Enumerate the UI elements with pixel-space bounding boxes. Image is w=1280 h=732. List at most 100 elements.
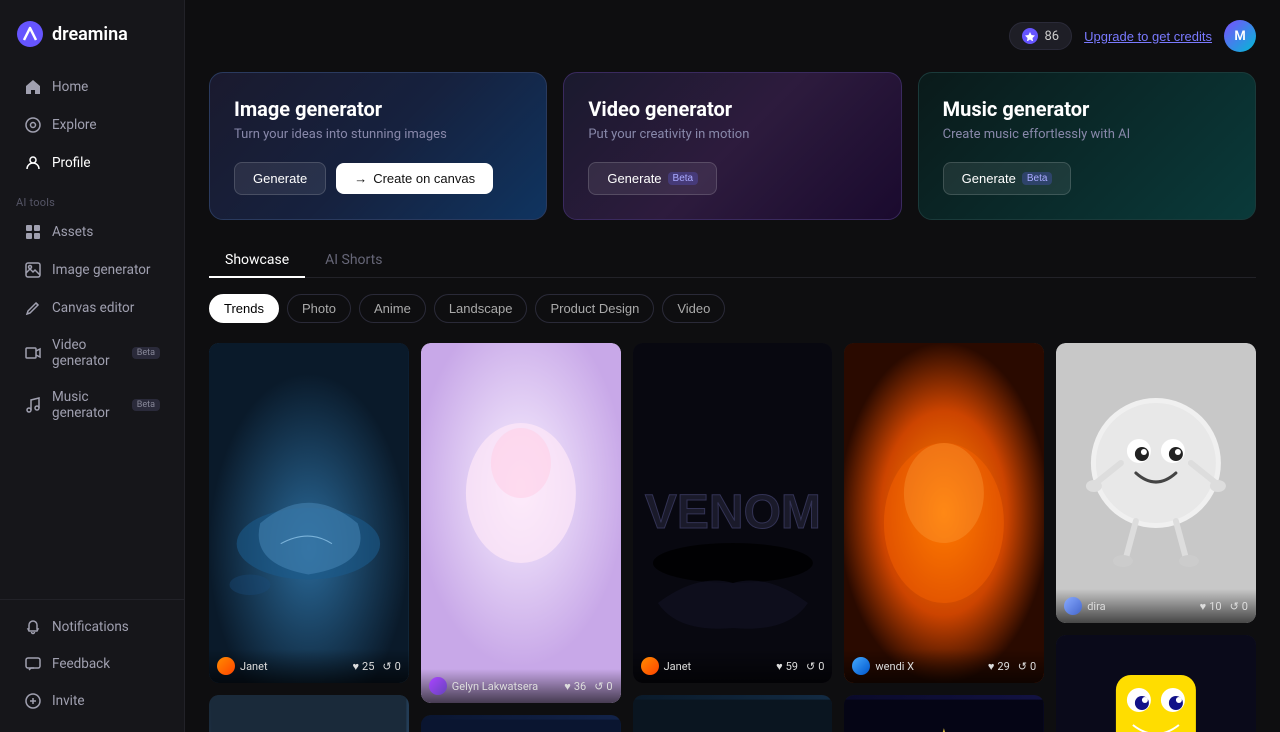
grid-item-stars[interactable] — [844, 695, 1044, 732]
feedback-icon — [24, 655, 42, 673]
video-beta-badge: Beta — [132, 347, 160, 359]
generator-cards: Image generator Turn your ideas into stu… — [209, 72, 1256, 220]
author-wendi: wendi X — [852, 657, 914, 675]
sidebar-item-feedback[interactable]: Feedback — [8, 646, 176, 682]
item-footer-venom: Janet ♥ 59 ↺ 0 — [633, 649, 833, 683]
ai-tools-label: AI tools — [0, 182, 184, 213]
filter-row: Trends Photo Anime Landscape Product Des… — [209, 294, 1256, 323]
heart-icon-elf: ♥ — [564, 680, 571, 693]
sidebar: dreamina Home Explore Profile AI tools — [0, 0, 185, 732]
reposts-whale: ↺ 0 — [382, 660, 400, 673]
sidebar-item-image-generator[interactable]: Image generator — [8, 252, 176, 288]
music-generate-button[interactable]: Generate Beta — [943, 162, 1072, 195]
sidebar-item-notifications[interactable]: Notifications — [8, 609, 176, 645]
sidebar-item-music-generator[interactable]: Music generator Beta — [8, 380, 176, 430]
sidebar-label-home: Home — [52, 79, 88, 95]
video-gen-icon — [24, 344, 42, 362]
sidebar-item-explore[interactable]: Explore — [8, 107, 176, 143]
sidebar-bottom: Notifications Feedback Invite — [0, 599, 184, 720]
grid-item-robot[interactable] — [633, 695, 833, 732]
repost-icon-cat: ↺ — [1018, 660, 1027, 673]
filter-anime[interactable]: Anime — [359, 294, 426, 323]
stats-whale: ♥ 25 ↺ 0 — [352, 660, 400, 673]
sidebar-label-assets: Assets — [52, 224, 93, 240]
grid-item-ship[interactable] — [421, 715, 621, 732]
image-gen-buttons: Generate → Create on canvas — [234, 162, 522, 195]
music-generator-card: Music generator Create music effortlessl… — [918, 72, 1256, 220]
app-name: dreamina — [52, 24, 128, 45]
item-footer-cat: wendi X ♥ 29 ↺ 0 — [844, 649, 1044, 683]
music-gen-icon — [24, 396, 42, 414]
sidebar-label-music: Music generator — [52, 389, 118, 421]
author-avatar-wendi — [852, 657, 870, 675]
tab-showcase[interactable]: Showcase — [209, 244, 305, 278]
stats-cat: ♥ 29 ↺ 0 — [988, 660, 1036, 673]
heart-icon-venom: ♥ — [776, 660, 783, 673]
sidebar-label-video: Video generator — [52, 337, 118, 369]
heart-icon-cat: ♥ — [988, 660, 995, 673]
video-gen-buttons: Generate Beta — [588, 162, 876, 195]
canvas-icon — [24, 299, 42, 317]
tabs-row: Showcase AI Shorts — [209, 244, 1256, 278]
grid-item-venom[interactable]: VENOM VENOM Janet ♥ 59 ↺ — [633, 343, 833, 683]
grid-item-whale[interactable]: Janet ♥ 25 ↺ 0 — [209, 343, 409, 683]
author-avatar-janet-2 — [641, 657, 659, 675]
create-on-canvas-button[interactable]: → Create on canvas — [336, 163, 493, 194]
credits-badge[interactable]: 86 — [1009, 22, 1072, 50]
likes-venom: ♥ 59 — [776, 660, 798, 673]
music-gen-card-subtitle: Create music effortlessly with AI — [943, 127, 1231, 142]
credits-icon — [1022, 28, 1038, 44]
music-gen-beta-tag: Beta — [1022, 172, 1053, 185]
topbar: 86 Upgrade to get credits M — [209, 20, 1256, 52]
filter-video[interactable]: Video — [662, 294, 725, 323]
grid-item-elf[interactable]: Gelyn Lakwatsera ♥ 36 ↺ 0 — [421, 343, 621, 703]
image-generate-button[interactable]: Generate — [234, 162, 326, 195]
item-footer-elf: Gelyn Lakwatsera ♥ 36 ↺ 0 — [421, 669, 621, 703]
sidebar-label-canvas: Canvas editor — [52, 300, 134, 316]
stats-venom: ♥ 59 ↺ 0 — [776, 660, 824, 673]
image-gen-card-subtitle: Turn your ideas into stunning images — [234, 127, 522, 142]
sidebar-item-home[interactable]: Home — [8, 69, 176, 105]
logo[interactable]: dreamina — [0, 12, 184, 68]
stats-fluffy: ♥ 10 ↺ 0 — [1200, 600, 1248, 613]
repost-icon-fluffy: ↺ — [1230, 600, 1239, 613]
video-generate-button[interactable]: Generate Beta — [588, 162, 717, 195]
tab-ai-shorts[interactable]: AI Shorts — [309, 244, 398, 278]
author-dira: dira — [1064, 597, 1105, 615]
author-avatar-janet-1 — [217, 657, 235, 675]
grid-item-whale-bottom[interactable] — [209, 695, 409, 732]
sidebar-label-feedback: Feedback — [52, 656, 110, 672]
sidebar-item-video-generator[interactable]: Video generator Beta — [8, 328, 176, 378]
item-footer-whale: Janet ♥ 25 ↺ 0 — [209, 649, 409, 683]
likes-fluffy: ♥ 10 — [1200, 600, 1222, 613]
sidebar-item-canvas-editor[interactable]: Canvas editor — [8, 290, 176, 326]
author-janet-2: Janet — [641, 657, 692, 675]
repost-icon-venom: ↺ — [806, 660, 815, 673]
filter-trends[interactable]: Trends — [209, 294, 279, 323]
sidebar-item-profile[interactable]: Profile — [8, 145, 176, 181]
upgrade-button[interactable]: Upgrade to get credits — [1084, 29, 1212, 44]
image-generator-card: Image generator Turn your ideas into stu… — [209, 72, 547, 220]
author-gelyn: Gelyn Lakwatsera — [429, 677, 538, 695]
filter-product-design[interactable]: Product Design — [535, 294, 654, 323]
filter-landscape[interactable]: Landscape — [434, 294, 528, 323]
video-generator-card: Video generator Put your creativity in m… — [563, 72, 901, 220]
grid-item-cat[interactable]: wendi X ♥ 29 ↺ 0 — [844, 343, 1044, 683]
reposts-elf: ↺ 0 — [594, 680, 612, 693]
heart-icon-fluffy: ♥ — [1200, 600, 1207, 613]
filter-photo[interactable]: Photo — [287, 294, 351, 323]
sidebar-label-profile: Profile — [52, 155, 91, 171]
author-janet-1: Janet — [217, 657, 268, 675]
user-avatar[interactable]: M — [1224, 20, 1256, 52]
video-gen-card-title: Video generator — [588, 97, 876, 121]
heart-icon: ♥ — [352, 660, 359, 673]
image-gen-icon — [24, 261, 42, 279]
video-gen-beta-tag: Beta — [668, 172, 699, 185]
grid-item-fluffy[interactable]: dira ♥ 10 ↺ 0 — [1056, 343, 1256, 623]
sidebar-item-assets[interactable]: Assets — [8, 214, 176, 250]
grid-item-sponge[interactable] — [1056, 635, 1256, 732]
music-gen-buttons: Generate Beta — [943, 162, 1231, 195]
sidebar-item-invite[interactable]: Invite — [8, 683, 176, 719]
reposts-cat: ↺ 0 — [1018, 660, 1036, 673]
repost-icon: ↺ — [382, 660, 391, 673]
